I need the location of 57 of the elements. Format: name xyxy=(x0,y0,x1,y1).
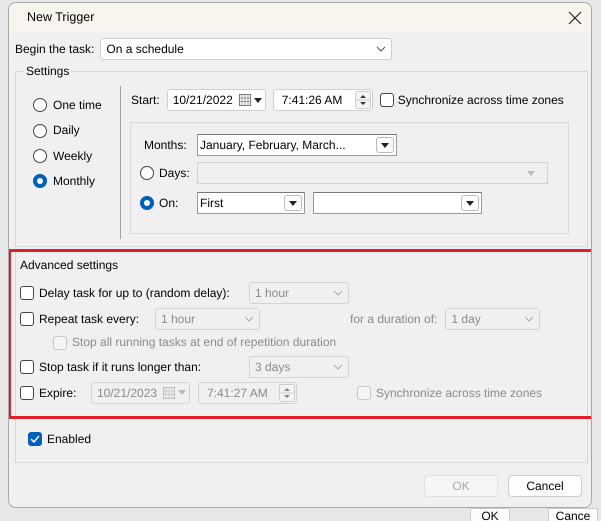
label: Begin the task: xyxy=(15,42,94,56)
checkbox[interactable] xyxy=(20,312,34,326)
radio-button[interactable] xyxy=(140,196,154,210)
date-field[interactable]: 10/21/2022 xyxy=(166,89,266,111)
label: Start: xyxy=(131,92,160,108)
group-title: Settings xyxy=(24,64,72,78)
dropdown[interactable]: 1 day xyxy=(445,308,540,330)
label: Delay task for up to (random delay): xyxy=(39,286,230,301)
label: Daily xyxy=(53,123,80,138)
close-icon xyxy=(568,10,582,24)
chevron-icon xyxy=(244,316,254,322)
window-title: New Trigger xyxy=(27,10,94,25)
dropdown[interactable]: First xyxy=(197,192,305,214)
caret-icon xyxy=(527,171,535,176)
label: One time xyxy=(53,98,102,112)
cancel-button[interactable]: Cancel xyxy=(508,475,582,497)
chevron-icon xyxy=(333,290,343,296)
calendar-icon xyxy=(163,386,175,399)
spinner-icon xyxy=(279,384,295,402)
chevron-icon xyxy=(333,364,343,370)
caret-icon xyxy=(254,98,262,102)
caret-icon xyxy=(178,390,186,396)
label: Days: xyxy=(159,166,190,180)
label: Months: xyxy=(143,138,188,152)
caret-icon xyxy=(466,200,474,206)
label: Monthly xyxy=(53,174,96,189)
caret-icon xyxy=(289,200,297,206)
chevron-icon xyxy=(376,46,386,52)
checkbox[interactable] xyxy=(20,360,34,374)
calendar-icon xyxy=(238,94,251,106)
label: Synchronize across time zones xyxy=(376,386,542,400)
dropdown[interactable] xyxy=(313,192,482,214)
label: Synchronize across time zones xyxy=(398,92,564,108)
radio-button[interactable] xyxy=(33,124,47,138)
radio-button[interactable] xyxy=(33,98,47,112)
group-title: Advanced settings xyxy=(20,258,118,272)
label: On: xyxy=(159,196,178,210)
dropdown[interactable]: On a schedule xyxy=(100,38,392,60)
radio-button[interactable] xyxy=(33,148,47,163)
checkbox[interactable] xyxy=(20,386,34,400)
time-field[interactable]: 7:41:26 AM xyxy=(272,89,373,111)
caret-icon xyxy=(381,142,389,148)
label: Repeat task every: xyxy=(39,312,140,327)
label: Expire: xyxy=(39,386,76,400)
checkbox[interactable] xyxy=(380,92,394,107)
label: Weekly xyxy=(53,148,92,164)
label: Stop all running tasks at end of repetition duration xyxy=(72,335,336,350)
radio-button[interactable] xyxy=(33,174,47,188)
checkbox[interactable] xyxy=(20,286,34,300)
checkbox[interactable] xyxy=(28,432,42,446)
label: for a duration of: xyxy=(350,312,438,327)
dropdown[interactable]: January, February, March... xyxy=(197,134,397,156)
label: Stop task if it runs longer than: xyxy=(39,360,202,374)
chevron-icon xyxy=(524,316,534,322)
spinner-icon xyxy=(354,91,371,109)
time-field[interactable]: 7:41:27 AM xyxy=(198,382,297,404)
label: Enabled xyxy=(47,432,92,446)
